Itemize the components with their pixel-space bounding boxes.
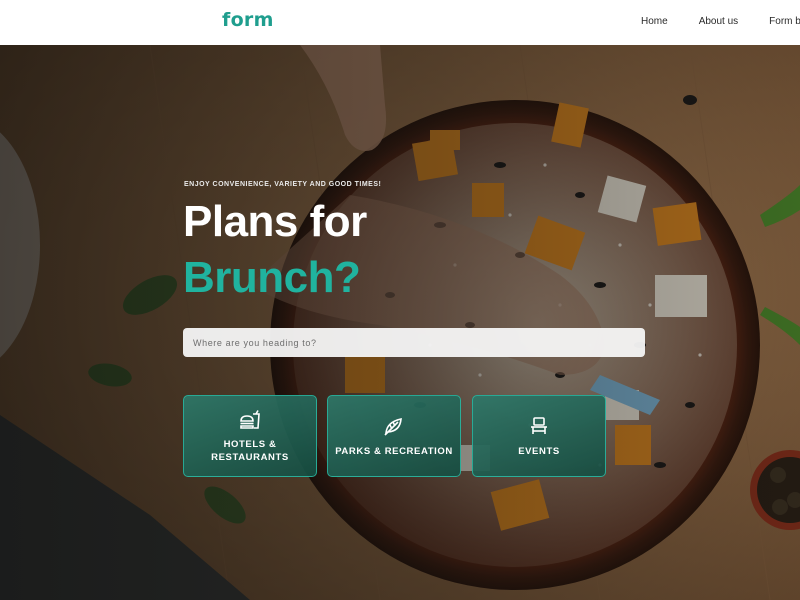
leaf-icon — [328, 416, 460, 436]
nav-link-home[interactable]: Home — [641, 16, 668, 27]
category-label-line2: RESTAURANTS — [211, 452, 289, 463]
category-label: HOTELS & RESTAURANTS — [188, 438, 312, 464]
hero-eyebrow-text: ENJOY CONVENIENCE, VARIETY AND GOOD TIME… — [184, 181, 382, 188]
page: form Home About us Form by — [0, 0, 800, 600]
burger-drink-icon — [184, 410, 316, 430]
hero-dark-overlay — [0, 45, 800, 600]
category-label-line1: PARKS & RECREATION — [335, 446, 453, 457]
category-card-hotels-restaurants[interactable]: HOTELS & RESTAURANTS — [183, 395, 317, 477]
category-card-parks-recreation[interactable]: PARKS & RECREATION — [327, 395, 461, 477]
category-label-line1: EVENTS — [518, 446, 560, 457]
top-navigation-bar: form Home About us Form by — [0, 0, 800, 45]
destination-search-input[interactable] — [183, 328, 645, 357]
hero-headline-line1: Plans for — [183, 197, 367, 246]
chair-icon — [473, 416, 605, 436]
hero-section — [0, 45, 800, 600]
nav-link-about-us[interactable]: About us — [699, 16, 738, 27]
hero-headline-line2: Brunch? — [183, 253, 361, 302]
nav-link-form-by[interactable]: Form by — [769, 16, 800, 27]
category-card-events[interactable]: EVENTS — [472, 395, 606, 477]
category-label: PARKS & RECREATION — [332, 445, 456, 458]
category-label-line1: HOTELS & — [223, 439, 277, 450]
main-nav: Home About us Form by — [641, 16, 800, 27]
category-label: EVENTS — [477, 445, 601, 458]
brand-logo[interactable]: form — [222, 9, 274, 31]
